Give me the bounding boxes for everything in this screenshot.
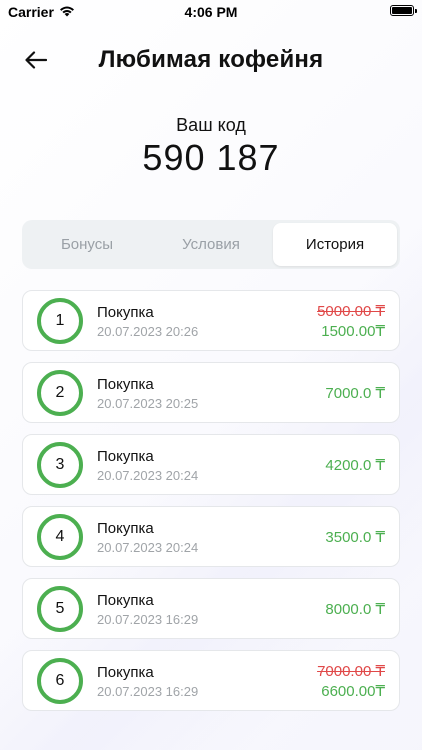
purchase-date: 20.07.2023 20:24 — [97, 468, 199, 483]
purchase-amount: 1500.00₸ — [321, 322, 385, 340]
purchase-amounts: 4200.0 ₸ — [325, 435, 385, 494]
status-time: 4:06 PM — [184, 4, 238, 20]
purchase-title: Покупка — [97, 448, 154, 465]
history-item[interactable]: 4 Покупка 20.07.2023 20:24 3500.0 ₸ — [22, 506, 400, 567]
purchase-amounts: 7000.00 ₸ 6600.00₸ — [317, 651, 385, 710]
purchase-title: Покупка — [97, 520, 154, 537]
status-bar: Carrier 4:06 PM — [0, 0, 422, 24]
purchase-title: Покупка — [97, 592, 154, 609]
history-item[interactable]: 5 Покупка 20.07.2023 16:29 8000.0 ₸ — [22, 578, 400, 639]
purchase-amount: 7000.0 ₸ — [325, 384, 385, 402]
purchase-amount: 3500.0 ₸ — [325, 528, 385, 546]
purchase-amount: 8000.0 ₸ — [325, 600, 385, 618]
purchase-date: 20.07.2023 20:25 — [97, 396, 199, 411]
purchase-title: Покупка — [97, 664, 154, 681]
tab-bonuses[interactable]: Бонусы — [25, 223, 149, 266]
purchase-amounts: 5000.00 ₸ 1500.00₸ — [317, 291, 385, 350]
purchase-amounts: 3500.0 ₸ — [325, 507, 385, 566]
segmented-tabs: Бонусы Условия История — [22, 220, 400, 269]
tab-history[interactable]: История — [273, 223, 397, 266]
purchase-amount: 6600.00₸ — [321, 682, 385, 700]
purchase-amount: 4200.0 ₸ — [325, 456, 385, 474]
history-item[interactable]: 1 Покупка 20.07.2023 20:26 5000.00 ₸ 150… — [22, 290, 400, 351]
purchase-number-badge: 2 — [37, 370, 83, 416]
purchase-number-badge: 1 — [37, 298, 83, 344]
battery-icon — [390, 5, 417, 16]
header: Любимая кофейня — [0, 40, 422, 84]
purchase-number-badge: 5 — [37, 586, 83, 632]
history-item[interactable]: 6 Покупка 20.07.2023 16:29 7000.00 ₸ 660… — [22, 650, 400, 711]
battery-fill — [392, 7, 412, 14]
purchase-amounts: 7000.0 ₸ — [325, 363, 385, 422]
purchase-date: 20.07.2023 16:29 — [97, 612, 199, 627]
purchase-number-badge: 6 — [37, 658, 83, 704]
purchase-number-badge: 3 — [37, 442, 83, 488]
purchase-title: Покупка — [97, 376, 154, 393]
tab-conditions[interactable]: Условия — [149, 223, 273, 266]
purchase-number-badge: 4 — [37, 514, 83, 560]
purchase-date: 20.07.2023 20:24 — [97, 540, 199, 555]
purchase-old-amount: 5000.00 ₸ — [317, 302, 385, 320]
history-item[interactable]: 3 Покупка 20.07.2023 20:24 4200.0 ₸ — [22, 434, 400, 495]
history-item[interactable]: 2 Покупка 20.07.2023 20:25 7000.0 ₸ — [22, 362, 400, 423]
purchase-title: Покупка — [97, 304, 154, 321]
purchase-old-amount: 7000.00 ₸ — [317, 662, 385, 680]
purchase-date: 20.07.2023 20:26 — [97, 324, 199, 339]
purchase-date: 20.07.2023 16:29 — [97, 684, 199, 699]
code-label: Ваш код — [176, 115, 246, 135]
code-value: 590 187 — [142, 137, 280, 178]
history-list: 1 Покупка 20.07.2023 20:26 5000.00 ₸ 150… — [22, 290, 400, 722]
page-title: Любимая кофейня — [98, 46, 324, 73]
purchase-amounts: 8000.0 ₸ — [325, 579, 385, 638]
